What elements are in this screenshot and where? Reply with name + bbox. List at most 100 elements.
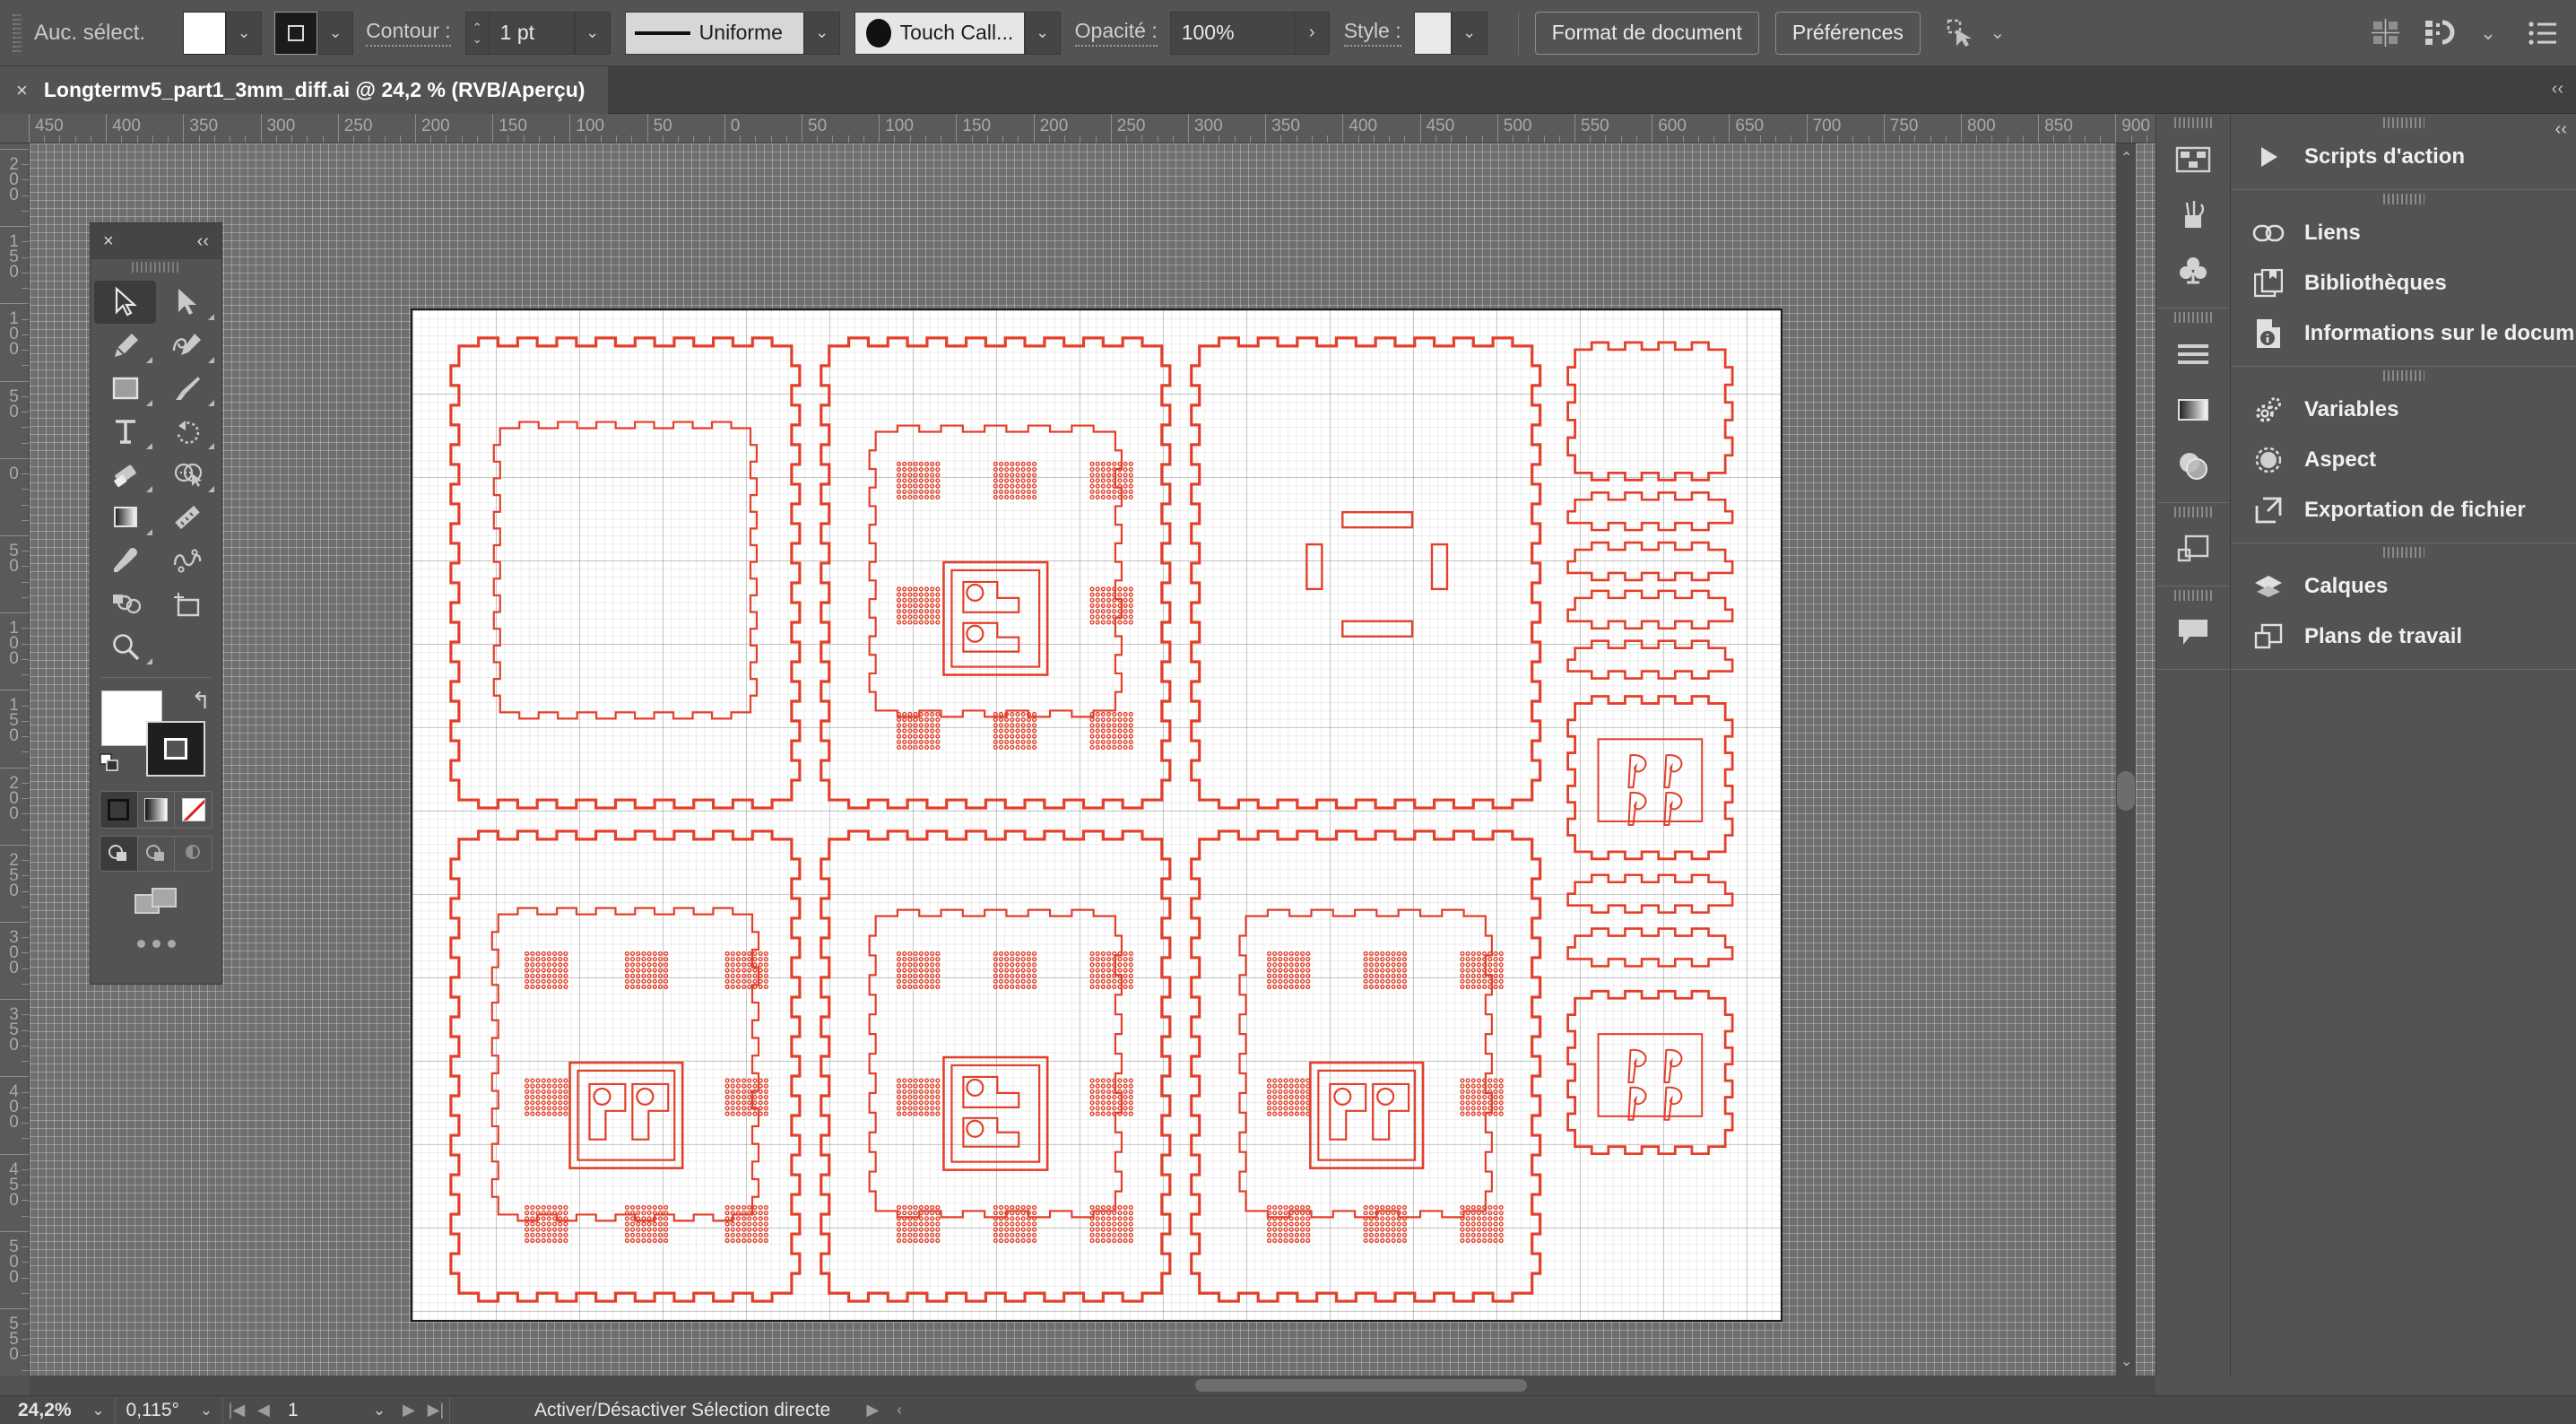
symbol-sprayer-tool[interactable] bbox=[94, 582, 156, 625]
vertical-scroll-thumb[interactable] bbox=[2117, 771, 2135, 811]
chevron-down-icon[interactable]: ⌄ bbox=[82, 1397, 115, 1424]
panel-item-plans-de-travail[interactable]: Plans de travail bbox=[2231, 612, 2576, 662]
panel-item-exportation-de-fichier[interactable]: Exportation de fichier bbox=[2231, 485, 2576, 535]
chevron-down-icon[interactable]: ⌄ bbox=[2467, 12, 2510, 55]
rail-grip[interactable] bbox=[2156, 308, 2230, 326]
rail-grip[interactable] bbox=[2156, 503, 2230, 521]
stroke-swatch[interactable] bbox=[274, 11, 318, 55]
stroke-weight-input[interactable]: 1 pt bbox=[488, 11, 575, 55]
curvature-tool[interactable] bbox=[156, 324, 218, 367]
measure-tool[interactable] bbox=[156, 496, 218, 539]
panel-item-aspect[interactable]: Aspect bbox=[2231, 435, 2576, 485]
preferences-button[interactable]: Préférences bbox=[1774, 11, 1921, 55]
opacity-input[interactable]: 100% bbox=[1169, 11, 1296, 55]
brushes-icon[interactable] bbox=[2156, 187, 2230, 243]
chevron-down-icon[interactable]: ⌄ bbox=[317, 11, 354, 55]
selection-tool[interactable] bbox=[94, 281, 156, 324]
style-label[interactable]: Style : bbox=[1343, 19, 1401, 47]
opacity-label[interactable]: Opacité : bbox=[1074, 19, 1158, 47]
style-swatch[interactable] bbox=[1413, 11, 1452, 55]
horizontal-ruler[interactable]: 450 400 350 300 250 200 150 100 50 0 50 100 150 200 25… bbox=[0, 114, 2155, 143]
stroke-label[interactable]: Contour : bbox=[366, 19, 451, 47]
panel-item-scripts-daction[interactable]: Scripts d'action bbox=[2231, 132, 2576, 182]
transform-icon[interactable] bbox=[1940, 12, 1980, 55]
draw-inside-button[interactable] bbox=[175, 837, 212, 871]
chevron-down-icon[interactable]: ⌄ bbox=[574, 11, 611, 55]
rail-grip[interactable] bbox=[2156, 586, 2230, 604]
stroke-color-swatch[interactable] bbox=[146, 721, 205, 777]
vertical-ruler[interactable]: 200 150 100 50 0 50 100 150 200 250 300 350 400 450 50… bbox=[0, 143, 30, 1376]
control-bar-grip[interactable] bbox=[13, 13, 22, 52]
horizontal-scrollbar[interactable] bbox=[30, 1376, 2155, 1395]
chevron-down-icon[interactable]: ⌄ bbox=[803, 11, 840, 55]
color-mode-button[interactable] bbox=[100, 792, 138, 828]
direct-selection-tool[interactable] bbox=[156, 281, 218, 324]
draw-behind-button[interactable] bbox=[138, 837, 176, 871]
chevron-down-icon[interactable]: ⌄ bbox=[1980, 12, 2016, 55]
panel-item-variables[interactable]: Variables bbox=[2231, 385, 2576, 435]
zoom-level-field[interactable]: 24,2% bbox=[7, 1397, 82, 1424]
artboard-panel-icon[interactable] bbox=[2156, 521, 2230, 577]
shape-builder-tool[interactable] bbox=[156, 453, 218, 496]
artboard[interactable] bbox=[411, 308, 1782, 1322]
distribute-icon[interactable] bbox=[2413, 12, 2467, 55]
last-artboard-button[interactable]: ▶| bbox=[422, 1397, 449, 1424]
none-mode-button[interactable] bbox=[175, 792, 212, 828]
chevron-right-icon[interactable]: › bbox=[1295, 11, 1330, 55]
artboards-icon[interactable] bbox=[2156, 132, 2230, 187]
artboard-tool[interactable] bbox=[156, 582, 218, 625]
chevron-down-icon[interactable]: ⌄ bbox=[1451, 11, 1487, 55]
close-icon[interactable]: × bbox=[16, 79, 28, 102]
stepper-icon[interactable]: ⌃ ⌄ bbox=[464, 11, 489, 55]
first-artboard-button[interactable]: |◀ bbox=[223, 1397, 250, 1424]
rotation-field[interactable]: 0,115° bbox=[116, 1397, 190, 1424]
status-menu-button[interactable]: ▶ bbox=[859, 1397, 886, 1424]
panel-grip[interactable] bbox=[2231, 543, 2576, 561]
gradient-mode-button[interactable] bbox=[138, 792, 176, 828]
eyedropper-tool[interactable] bbox=[94, 539, 156, 582]
rectangle-tool[interactable] bbox=[94, 367, 156, 410]
document-setup-button[interactable]: Format de document bbox=[1534, 11, 1759, 55]
collapse-icon[interactable]: ‹‹ bbox=[2555, 119, 2567, 140]
tools-panel[interactable]: × ‹‹ ↰ bbox=[90, 222, 222, 985]
fill-swatch[interactable] bbox=[183, 11, 227, 55]
paintbrush-tool[interactable] bbox=[156, 367, 218, 410]
panel-grip[interactable] bbox=[2231, 367, 2576, 385]
tools-panel-grip[interactable] bbox=[91, 259, 221, 275]
panel-grip[interactable] bbox=[2231, 190, 2576, 208]
stroke-swatch-group[interactable]: ⌄ bbox=[274, 11, 354, 55]
rotate-tool[interactable] bbox=[156, 410, 218, 453]
collapse-icon[interactable]: ‹‹ bbox=[197, 231, 209, 252]
eraser-tool[interactable] bbox=[94, 453, 156, 496]
more-tools-button[interactable] bbox=[91, 940, 221, 948]
artboard-number-field[interactable]: 1 bbox=[277, 1397, 363, 1424]
type-tool[interactable] bbox=[94, 410, 156, 453]
document-tab[interactable]: × Longtermv5_part1_3mm_diff.ai @ 24,2 % … bbox=[0, 66, 609, 114]
gradient-icon[interactable] bbox=[2156, 382, 2230, 438]
blend-tool[interactable] bbox=[156, 539, 218, 582]
brush-definition-select[interactable]: Touch Call... bbox=[854, 11, 1025, 55]
collapse-icon[interactable]: ‹‹ bbox=[2552, 79, 2563, 100]
pen-tool[interactable] bbox=[94, 324, 156, 367]
chevron-down-icon[interactable]: ⌄ bbox=[226, 11, 263, 55]
chevron-up-icon[interactable]: ⌃ bbox=[2121, 149, 2132, 167]
symbols-icon[interactable] bbox=[2156, 243, 2230, 299]
canvas-area[interactable] bbox=[30, 143, 2155, 1376]
list-menu-icon[interactable] bbox=[2510, 12, 2576, 55]
fill-swatch-group[interactable]: ⌄ bbox=[183, 11, 263, 55]
panel-item-liens[interactable]: Liens bbox=[2231, 208, 2576, 258]
panel-item-informations-document[interactable]: Informations sur le docum… bbox=[2231, 308, 2576, 359]
gradient-tool[interactable] bbox=[94, 496, 156, 539]
zoom-tool[interactable] bbox=[94, 625, 156, 668]
chevron-down-icon[interactable]: ⌄ bbox=[1024, 11, 1061, 55]
vertical-scrollbar[interactable]: ⌃ ⌄ bbox=[2116, 143, 2136, 1376]
close-icon[interactable]: × bbox=[103, 231, 114, 252]
comments-icon[interactable] bbox=[2156, 604, 2230, 660]
chevron-down-icon[interactable]: ⌄ bbox=[190, 1397, 222, 1424]
swap-fill-stroke-icon[interactable]: ↰ bbox=[191, 687, 211, 715]
transparency-icon[interactable] bbox=[2156, 438, 2230, 493]
status-resize-handle[interactable]: ‹ bbox=[886, 1397, 913, 1424]
rail-grip[interactable] bbox=[2156, 114, 2230, 132]
prev-artboard-button[interactable]: ◀ bbox=[250, 1397, 277, 1424]
chevron-down-icon[interactable]: ⌄ bbox=[363, 1397, 395, 1424]
